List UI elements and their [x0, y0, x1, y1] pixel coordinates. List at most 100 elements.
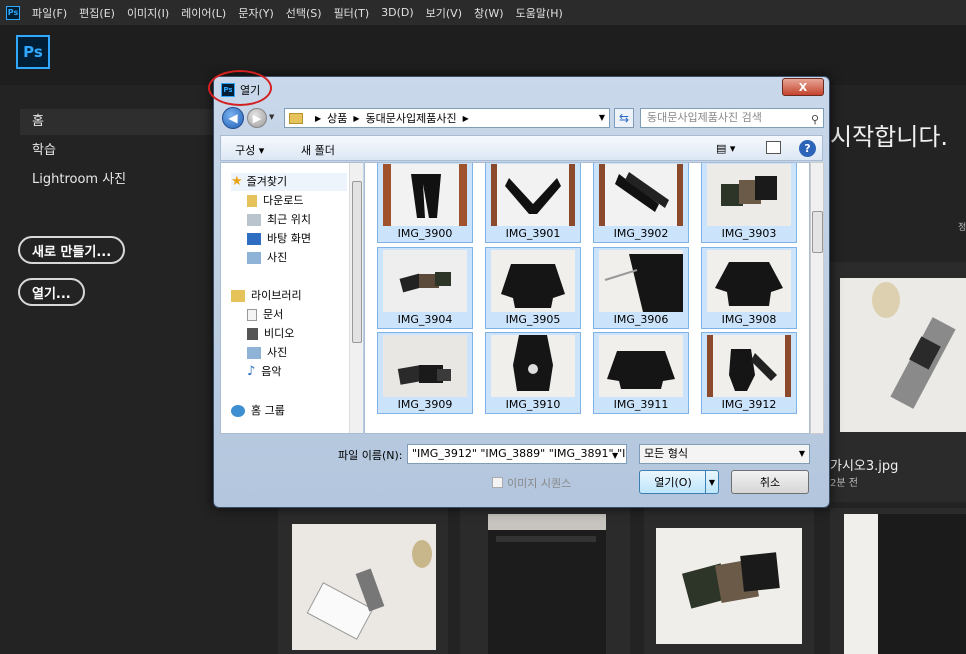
nav-homegroup[interactable]: 홈 그룹: [231, 402, 285, 420]
breadcrumb-item[interactable]: 상품: [327, 110, 347, 126]
photo-thumbnail-icon: [383, 250, 467, 312]
refresh-icon[interactable]: ⇆: [614, 108, 634, 128]
nav-pictures[interactable]: 사진: [247, 249, 287, 267]
file-name: IMG_3911: [613, 398, 669, 411]
view-options-icon[interactable]: ▤ ▾: [716, 142, 735, 155]
folder-icon: [289, 112, 303, 124]
file-scrollbar[interactable]: [810, 162, 824, 434]
filetype-select[interactable]: 모든 형식 ▼: [639, 444, 810, 464]
image-sequence-checkbox[interactable]: [492, 477, 503, 488]
menu-edit[interactable]: 편집(E): [79, 5, 115, 21]
photo-thumbnail-icon: [599, 164, 683, 226]
libraries-icon: [231, 290, 245, 302]
nav-label: 바탕 화면: [267, 232, 311, 245]
file-tile[interactable]: IMG_3906: [593, 247, 689, 329]
chevron-down-icon[interactable]: ▼: [799, 445, 805, 463]
casio-box-photo-icon: [292, 524, 436, 650]
organize-button[interactable]: 구성 ▾: [235, 142, 264, 158]
menu-window[interactable]: 창(W): [474, 5, 504, 21]
nav-scroll-thumb[interactable]: [352, 181, 362, 343]
menu-filter[interactable]: 필터(T): [334, 5, 370, 21]
file-tile[interactable]: IMG_3912: [701, 332, 797, 414]
nav-scrollbar[interactable]: [349, 163, 363, 433]
chevron-right-icon[interactable]: ▶: [463, 114, 469, 123]
chevron-down-icon[interactable]: ▼: [612, 451, 618, 460]
welcome-text: 시작합니다.: [830, 123, 949, 151]
recent-card-1[interactable]: [278, 508, 448, 654]
photo-thumbnail-icon: [707, 250, 791, 312]
file-tile[interactable]: IMG_3904: [377, 247, 473, 329]
nav-videos[interactable]: 비디오: [247, 325, 294, 343]
nav-label: 비디오: [264, 327, 295, 340]
photo-thumbnail-icon: [491, 250, 575, 312]
menu-type[interactable]: 문자(Y): [238, 5, 274, 21]
help-icon[interactable]: ?: [799, 140, 816, 157]
recent-places-icon: [247, 214, 261, 226]
nav-music[interactable]: ♪ 음악: [247, 363, 282, 381]
file-name: IMG_3901: [505, 227, 561, 240]
forward-arrow-icon[interactable]: ▶: [247, 108, 267, 128]
nav-library-pictures[interactable]: 사진: [247, 344, 287, 362]
photo-thumbnail-icon: [491, 335, 575, 397]
file-tile[interactable]: IMG_3903: [701, 163, 797, 243]
nav-downloads[interactable]: 다운로드: [247, 192, 303, 210]
file-name: IMG_3908: [721, 313, 777, 326]
photoshop-logo-icon: Ps: [16, 35, 50, 69]
file-name: IMG_3900: [397, 227, 453, 240]
search-icon[interactable]: ⚲: [811, 111, 819, 129]
open-dialog: Ps 열기 X ◀ ▶ ▼ ▶ 상품 ▶ 동대문사입제품사진 ▶ ▼ ⇆ 동대문…: [213, 76, 830, 508]
close-button[interactable]: X: [782, 78, 824, 96]
menu-image[interactable]: 이미지(I): [127, 5, 169, 21]
photo-thumbnail-icon: [491, 164, 575, 226]
annotation-circle: [208, 70, 272, 106]
file-tile[interactable]: IMG_3909: [377, 332, 473, 414]
nav-label: 음악: [261, 365, 282, 378]
file-tile[interactable]: IMG_3902: [593, 163, 689, 243]
file-tile[interactable]: IMG_3908: [701, 247, 797, 329]
new-folder-button[interactable]: 새 폴더: [301, 142, 335, 158]
menu-view[interactable]: 보기(V): [426, 5, 462, 21]
open-button[interactable]: 열기(O): [639, 470, 707, 494]
chevron-right-icon[interactable]: ▶: [353, 114, 359, 123]
preview-pane-icon[interactable]: [766, 141, 781, 154]
chevron-right-icon[interactable]: ▶: [315, 114, 321, 123]
pictures-icon: [247, 252, 261, 264]
cancel-button[interactable]: 취소: [731, 470, 809, 494]
file-tile[interactable]: IMG_3905: [485, 247, 581, 329]
menu-help[interactable]: 도움말(H): [516, 5, 563, 21]
star-icon: ★: [231, 174, 243, 189]
address-bar[interactable]: ▶ 상품 ▶ 동대문사입제품사진 ▶ ▼: [284, 108, 610, 128]
file-tile[interactable]: IMG_3901: [485, 163, 581, 243]
menu-3d[interactable]: 3D(D): [381, 6, 414, 19]
nav-libraries[interactable]: 라이브러리: [231, 287, 302, 305]
file-tile[interactable]: IMG_3910: [485, 332, 581, 414]
back-arrow-icon[interactable]: ◀: [222, 107, 244, 129]
file-tile[interactable]: IMG_3911: [593, 332, 689, 414]
menu-file[interactable]: 파일(F): [32, 5, 67, 21]
nav-label: 다운로드: [263, 194, 304, 207]
breadcrumb-item[interactable]: 동대문사입제품사진: [366, 110, 457, 126]
new-file-button[interactable]: 새로 만들기...: [18, 236, 126, 264]
file-scroll-thumb[interactable]: [812, 211, 823, 253]
nav-documents[interactable]: 문서: [247, 306, 283, 324]
recent-card-4[interactable]: [830, 508, 966, 654]
nav-favorites[interactable]: ★ 즐겨찾기: [231, 173, 347, 191]
filename-input[interactable]: "IMG_3912" "IMG_3889" "IMG_3891" "IN: [407, 444, 627, 464]
open-options-dropdown-icon[interactable]: ▼: [705, 470, 719, 494]
recent-card-2[interactable]: [460, 508, 630, 654]
nav-desktop[interactable]: 바탕 화면: [247, 230, 311, 248]
menu-select[interactable]: 선택(S): [286, 5, 322, 21]
nav-recent[interactable]: 최근 위치: [247, 211, 311, 229]
history-dropdown-icon[interactable]: ▼: [269, 113, 274, 121]
file-name: IMG_3912: [721, 398, 777, 411]
menu-layer[interactable]: 레이어(L): [181, 5, 226, 21]
recent-card-3[interactable]: [644, 508, 814, 654]
chevron-down-icon[interactable]: ▼: [599, 113, 605, 122]
watch-photo-icon: [840, 278, 966, 432]
desktop-icon: [247, 233, 261, 245]
filename-label: 파일 이름(N):: [338, 449, 403, 462]
open-file-button[interactable]: 열기...: [18, 278, 85, 306]
file-tile[interactable]: IMG_3900: [377, 163, 473, 243]
search-input[interactable]: 동대문사입제품사진 검색 ⚲: [640, 108, 824, 128]
photo-thumbnail-icon: [599, 335, 683, 397]
